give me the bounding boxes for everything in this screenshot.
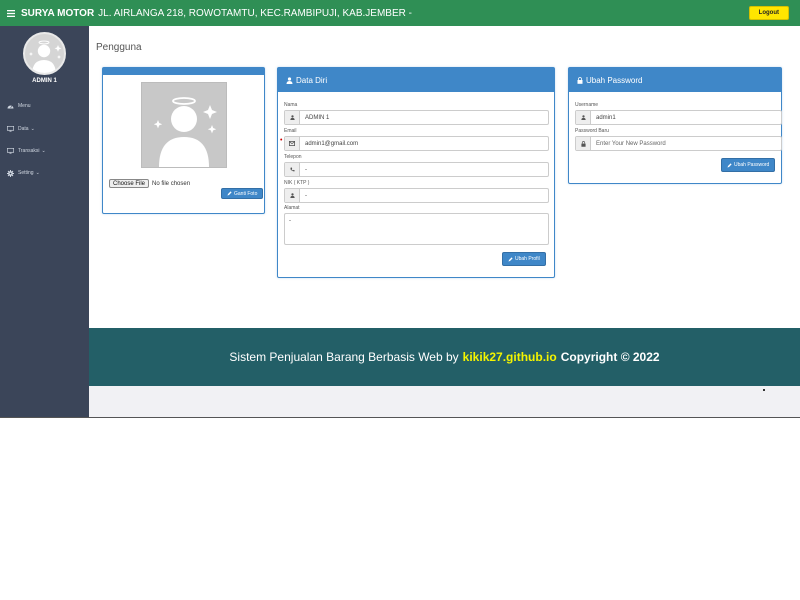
- user-icon: [285, 111, 300, 124]
- email-field[interactable]: admin1@gmail.com: [284, 136, 549, 151]
- save-profile-label: Ubah Profil: [515, 256, 540, 262]
- nik-field[interactable]: -: [284, 188, 549, 203]
- panel-header: Data Diri: [278, 68, 554, 92]
- envelope-icon: [285, 137, 300, 150]
- pencil-icon: [508, 256, 513, 261]
- chevron-down-icon: ⌄: [30, 126, 35, 132]
- pencil-icon: [727, 162, 732, 167]
- page-title: Pengguna: [96, 42, 142, 53]
- sidebar-item-label: Data: [18, 126, 29, 132]
- sidebar-item-menu[interactable]: Menu: [7, 101, 31, 111]
- profile-photo: [141, 82, 227, 168]
- user-silhouette-icon: [153, 97, 217, 167]
- sidebar-item-data[interactable]: Data ⌄: [7, 124, 35, 134]
- nik-label: NIK ( KTP ): [284, 180, 310, 186]
- store-address: JL. AIRLANGA 218, ROWOTAMTU, KEC.RAMBIPU…: [98, 7, 412, 19]
- email-value: admin1@gmail.com: [305, 140, 359, 147]
- save-profile-button[interactable]: Ubah Profil: [502, 252, 546, 266]
- change-photo-button[interactable]: Ganti Foto: [221, 188, 264, 199]
- choose-file-button[interactable]: Choose File: [109, 179, 150, 188]
- nama-label: Nama: [284, 102, 298, 108]
- gear-icon: [7, 169, 14, 177]
- sidebar: ADMIN 1 Menu Data ⌄ Transaksi ⌄ Setting …: [0, 26, 89, 418]
- sidebar-item-label: Menu: [18, 103, 31, 109]
- chevron-down-icon: ⌄: [41, 148, 46, 154]
- top-navbar: SURYA MOTOR JL. AIRLANGA 218, ROWOTAMTU,…: [0, 0, 800, 26]
- monitor-icon: [7, 126, 14, 132]
- panel-title: Ubah Password: [586, 75, 643, 85]
- brand-name[interactable]: SURYA MOTOR: [21, 8, 94, 19]
- main-content: Pengguna Choose File No file chosen Gant…: [89, 26, 800, 328]
- sidebar-item-label: Setting: [18, 170, 34, 176]
- user-icon: [286, 76, 293, 84]
- alamat-label: Alamat: [284, 205, 300, 211]
- user-icon: [576, 111, 591, 124]
- logout-button[interactable]: Logout: [748, 6, 789, 20]
- telepon-label: Telepon: [284, 154, 302, 160]
- phone-icon: [285, 163, 300, 176]
- app-root: SURYA MOTOR JL. AIRLANGA 218, ROWOTAMTU,…: [0, 0, 800, 418]
- monitor-icon: [7, 148, 14, 154]
- file-input[interactable]: Choose File No file chosen: [109, 179, 190, 188]
- footer: Sistem Penjualan Barang Berbasis Web by …: [89, 328, 800, 386]
- profile-panel: Data Diri Nama ADMIN 1 Email • admin1@gm…: [277, 67, 555, 278]
- panel-title: Data Diri: [296, 75, 328, 85]
- new-password-field[interactable]: Enter Your New Password: [575, 136, 782, 151]
- scroll-indicator-dot: [763, 389, 765, 391]
- user-silhouette-icon: [29, 40, 62, 73]
- username-value: admin1: [596, 114, 616, 121]
- lock-icon: [577, 76, 583, 84]
- chevron-down-icon: ⌄: [35, 170, 40, 176]
- new-password-label: Password Baru: [575, 128, 609, 134]
- username-label: Username: [575, 102, 599, 108]
- lock-icon: [576, 137, 591, 150]
- change-password-label: Ubah Password: [734, 162, 770, 168]
- telepon-field[interactable]: -: [284, 162, 549, 177]
- sidebar-avatar: [23, 32, 66, 75]
- photo-panel: Choose File No file chosen Ganti Foto: [102, 67, 265, 214]
- footer-text: Sistem Penjualan Barang Berbasis Web by: [229, 350, 459, 364]
- nik-value: -: [305, 192, 307, 199]
- sidebar-item-label: Transaksi: [18, 148, 40, 154]
- hamburger-menu-icon[interactable]: [2, 0, 20, 26]
- pencil-icon: [227, 191, 232, 196]
- page-bottom-border: [0, 417, 800, 418]
- sidebar-user-name: ADMIN 1: [32, 78, 57, 84]
- change-photo-label: Ganti Foto: [234, 190, 258, 197]
- user-icon: [285, 189, 300, 202]
- panel-header: Ubah Password: [569, 68, 781, 92]
- dashboard-icon: [7, 105, 14, 109]
- new-password-placeholder: Enter Your New Password: [596, 140, 666, 147]
- change-password-button[interactable]: Ubah Password: [721, 158, 776, 172]
- required-mark: •: [280, 137, 283, 144]
- footer-link[interactable]: kikik27.github.io: [463, 350, 557, 364]
- sidebar-item-transaksi[interactable]: Transaksi ⌄: [7, 146, 46, 156]
- panel-header: [103, 68, 264, 75]
- sidebar-item-setting[interactable]: Setting ⌄: [7, 168, 40, 178]
- nama-field[interactable]: ADMIN 1: [284, 110, 549, 125]
- nama-value: ADMIN 1: [305, 114, 330, 121]
- password-panel: Ubah Password Username admin1 Password B…: [568, 67, 782, 184]
- no-file-text: No file chosen: [152, 180, 191, 187]
- footer-bottom-strip: [89, 386, 800, 417]
- email-label: Email: [284, 128, 297, 134]
- alamat-textarea[interactable]: -: [284, 213, 549, 245]
- username-field[interactable]: admin1: [575, 110, 782, 125]
- footer-copyright: Copyright © 2022: [560, 350, 660, 364]
- telepon-value: -: [305, 166, 307, 173]
